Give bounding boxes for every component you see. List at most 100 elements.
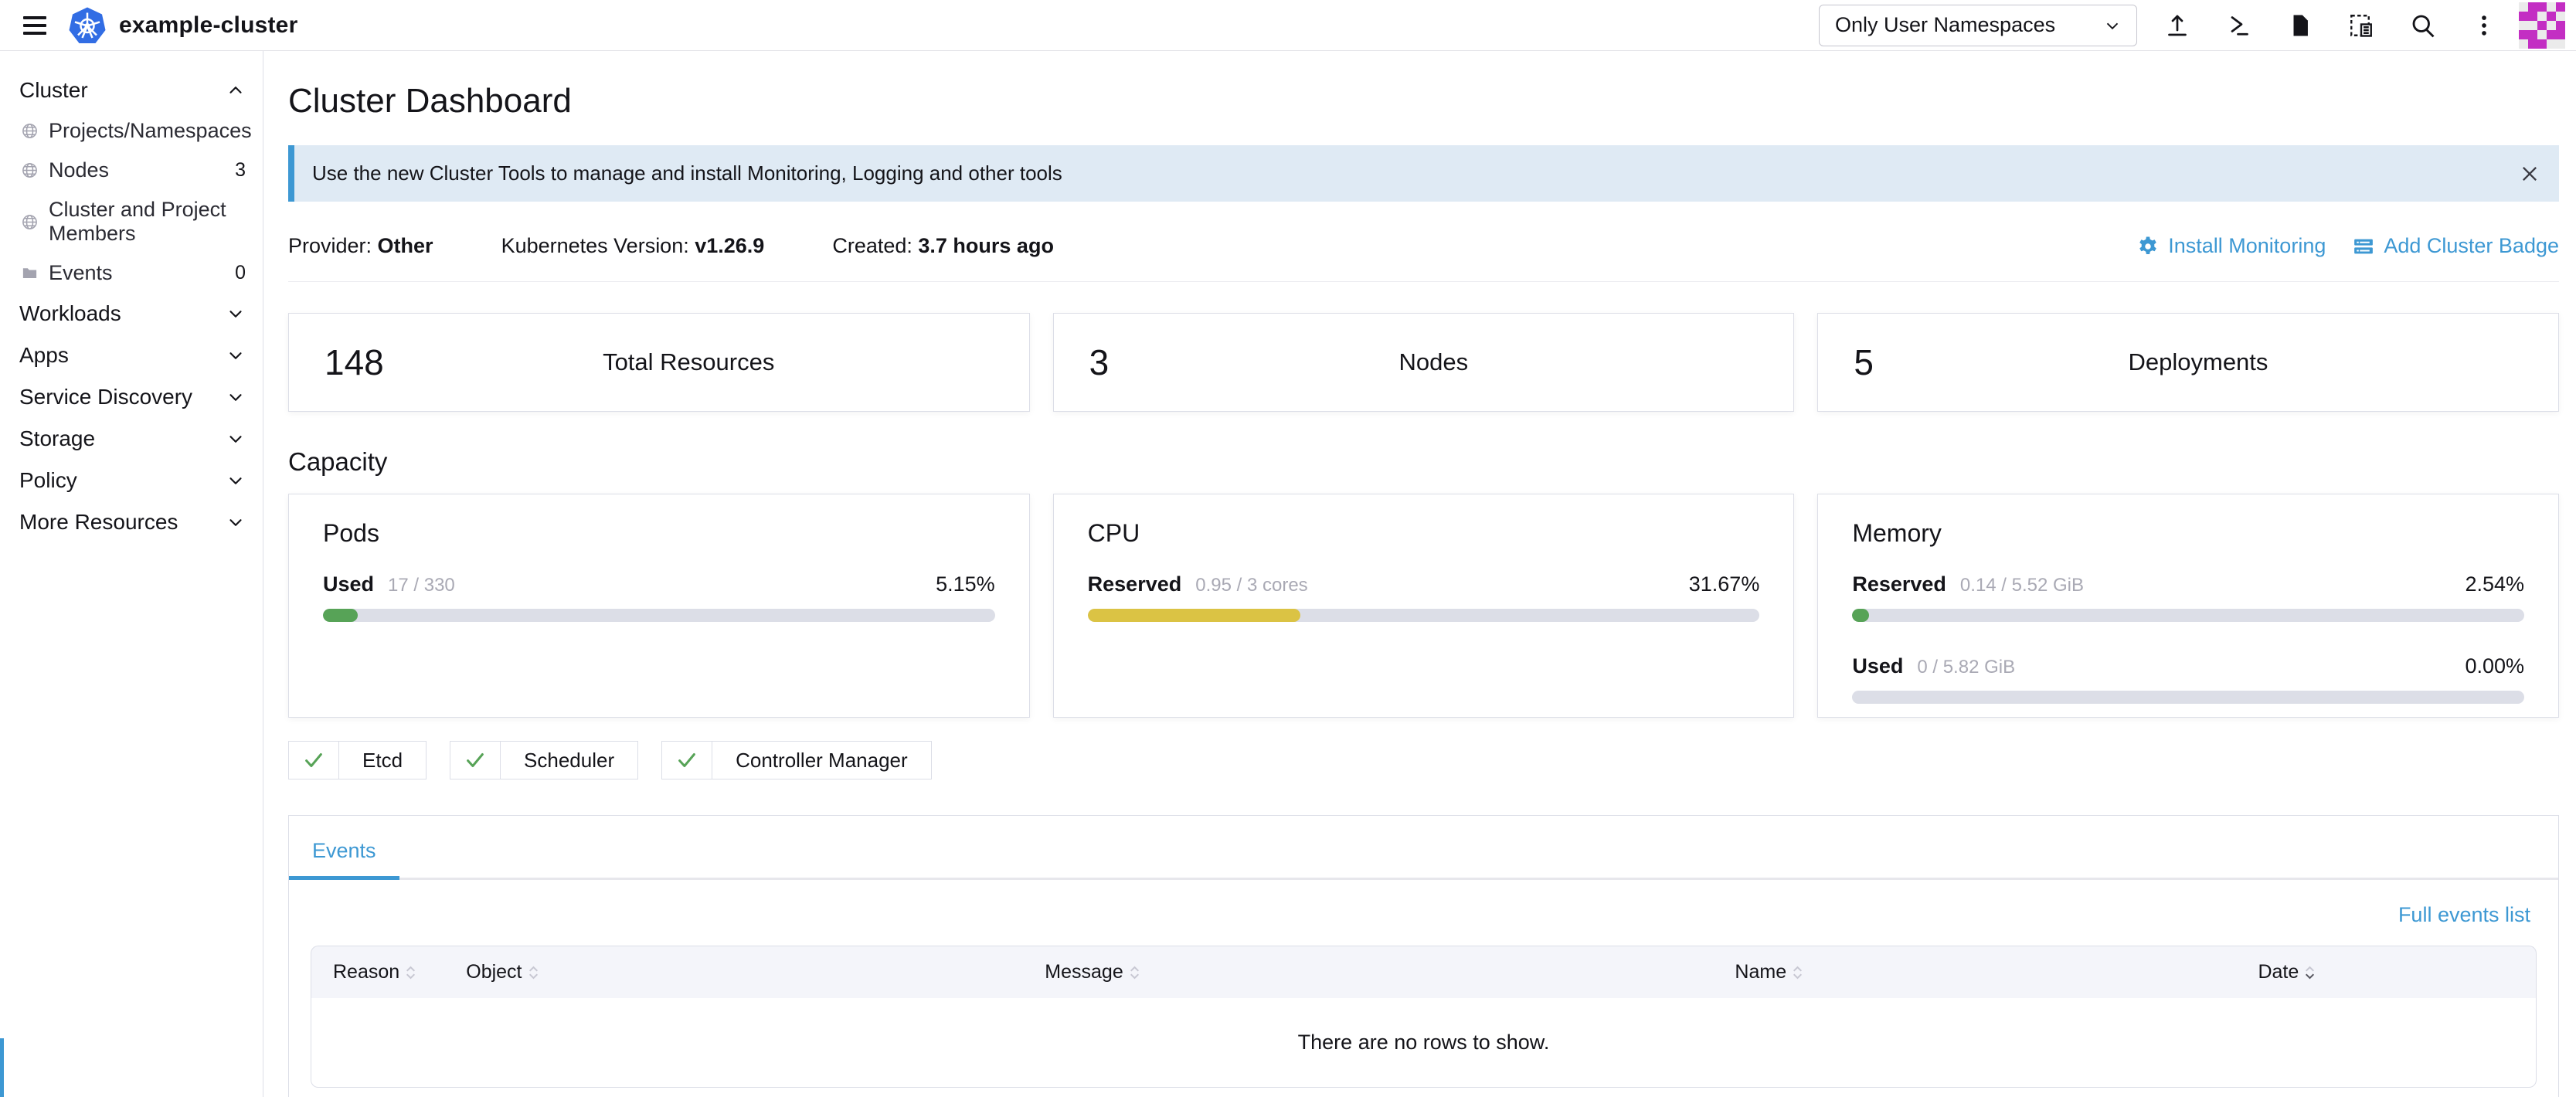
progress-bar: [323, 609, 995, 622]
sidebar-group-storage[interactable]: Storage: [0, 418, 263, 460]
sidebar-group-label: Storage: [19, 426, 95, 451]
progress-bar-fill: [1852, 609, 1869, 622]
capacity-row-percent: 2.54%: [2465, 572, 2524, 596]
events-table: Reason Object Message Name Date There ar…: [311, 946, 2537, 1088]
capacity-card-title: Memory: [1852, 519, 2524, 548]
column-header-date: Date: [2247, 946, 2537, 998]
upload-icon[interactable]: [2163, 12, 2191, 39]
capacity-card-cpu: CPU Reserved 0.95 / 3 cores 31.67%: [1053, 494, 1795, 718]
cluster-meta-0: Provider: Other: [288, 234, 433, 258]
sidebar-item-cluster-and-project-members[interactable]: Cluster and Project Members: [0, 190, 263, 253]
sort-icon: [2304, 964, 2316, 981]
cluster-meta-row: Provider: OtherKubernetes Version: v1.26…: [288, 234, 2559, 258]
chevron-down-icon: [226, 345, 246, 365]
sidebar-item-label: Events: [49, 261, 113, 285]
sidebar-item-events[interactable]: Events0: [0, 253, 263, 293]
sidebar-item-label: Nodes: [49, 158, 109, 182]
stat-label: Nodes: [1109, 348, 1758, 376]
sidebar-item-nodes[interactable]: Nodes3: [0, 151, 263, 190]
chevron-down-icon: [226, 387, 246, 407]
sidebar-item-label: Projects/Namespaces: [49, 119, 252, 143]
column-sort-control[interactable]: Date: [2258, 961, 2316, 983]
capacity-card-memory: Memory Reserved 0.14 / 5.52 GiB 2.54% Used0 …: [1817, 494, 2559, 718]
tab-events[interactable]: Events: [289, 828, 399, 880]
top-header: example-cluster Only User Namespaces: [0, 0, 2576, 51]
banner-text: Use the new Cluster Tools to manage and …: [312, 161, 1062, 185]
chevron-down-icon: [226, 429, 246, 449]
stat-card-nodes: 3Nodes: [1053, 313, 1795, 412]
capacity-row: Used0 / 5.82 GiB0.00%: [1852, 654, 2524, 704]
capacity-row-label: Reserved: [1088, 572, 1182, 596]
column-header-message: Message: [1034, 946, 1724, 998]
progress-bar: [1852, 609, 2524, 622]
column-sort-control[interactable]: Object: [466, 961, 539, 983]
chevron-down-icon: [226, 470, 246, 491]
sidebar-item-label: Cluster and Project Members: [49, 198, 246, 246]
sidebar-group-workloads[interactable]: Workloads: [0, 293, 263, 335]
cluster-meta-value: Other: [378, 234, 433, 257]
sidebar-group-more-resources[interactable]: More Resources: [0, 501, 263, 543]
column-sort-control[interactable]: Message: [1045, 961, 1140, 983]
progress-bar-fill: [323, 609, 358, 622]
globe-icon: [21, 161, 39, 179]
sidebar-group-policy[interactable]: Policy: [0, 460, 263, 501]
close-icon[interactable]: [2519, 163, 2540, 185]
check-icon: [289, 742, 339, 779]
hamburger-menu-icon[interactable]: [19, 12, 51, 39]
capacity-row: Used17 / 3305.15%: [323, 572, 995, 622]
add-cluster-badge-link[interactable]: Add Cluster Badge: [2352, 234, 2559, 258]
user-avatar[interactable]: [2519, 2, 2565, 49]
cluster-meta-value: 3.7 hours ago: [918, 234, 1054, 257]
column-header-name: Name: [1724, 946, 2247, 998]
cluster-name: example-cluster: [119, 12, 297, 39]
stat-label: Deployments: [1874, 348, 2523, 376]
chevron-down-icon: [226, 512, 246, 532]
capacity-row-detail: 0.95 / 3 cores: [1195, 575, 1307, 596]
chevron-down-icon: [226, 304, 246, 324]
sort-icon: [528, 964, 539, 981]
kubernetes-logo-icon: [68, 6, 107, 45]
progress-bar-fill: [1088, 609, 1300, 622]
kubectl-shell-icon[interactable]: [2225, 12, 2253, 39]
health-badge-label: Scheduler: [501, 742, 637, 779]
cluster-meta-value: v1.26.9: [695, 234, 764, 257]
check-icon: [450, 742, 501, 779]
column-sort-control[interactable]: Name: [1735, 961, 1803, 983]
namespace-filter-select[interactable]: Only User Namespaces: [1819, 5, 2137, 46]
gear-icon: [2136, 235, 2160, 258]
check-icon: [662, 742, 712, 779]
capacity-row-detail: 0 / 5.82 GiB: [1917, 657, 2015, 678]
capacity-row-label: Reserved: [1852, 572, 1946, 596]
kebab-menu-icon[interactable]: [2471, 12, 2497, 39]
capacity-row-percent: 5.15%: [936, 572, 995, 596]
sidebar-group-service-discovery[interactable]: Service Discovery: [0, 376, 263, 418]
capacity-row-detail: 0.14 / 5.52 GiB: [1960, 575, 2084, 596]
namespace-filter-value: Only User Namespaces: [1835, 13, 2055, 37]
stat-value: 5: [1854, 341, 1874, 383]
cluster-tools-banner: Use the new Cluster Tools to manage and …: [288, 145, 2559, 202]
column-sort-control[interactable]: Reason: [333, 961, 416, 983]
events-panel: Events Full events list Reason Object Me…: [288, 815, 2559, 1097]
globe-icon: [21, 213, 39, 231]
search-icon[interactable]: [2409, 12, 2437, 39]
import-yaml-icon[interactable]: [2347, 12, 2375, 39]
progress-bar: [1852, 691, 2524, 704]
capacity-card-title: CPU: [1088, 519, 1760, 548]
install-monitoring-link[interactable]: Install Monitoring: [2136, 234, 2326, 258]
app-root: example-cluster Only User Namespaces Clu…: [0, 0, 2576, 1097]
stat-value: 3: [1089, 341, 1110, 383]
stat-value: 148: [325, 341, 384, 383]
sidebar-group-label: Workloads: [19, 301, 121, 326]
health-badge-label: Controller Manager: [712, 742, 931, 779]
sort-icon: [1129, 964, 1140, 981]
sidebar-item-projects-namespaces[interactable]: Projects/Namespaces: [0, 111, 263, 151]
health-badge-etcd: Etcd: [288, 741, 427, 779]
column-header-reason: Reason: [311, 946, 455, 998]
sidebar-group-cluster[interactable]: Cluster: [0, 70, 263, 111]
file-icon[interactable]: [2287, 12, 2313, 39]
full-events-list-link[interactable]: Full events list: [311, 903, 2530, 927]
sort-icon: [405, 964, 416, 981]
badge-icon: [2352, 235, 2375, 258]
sidebar-group-apps[interactable]: Apps: [0, 335, 263, 376]
capacity-row-percent: 31.67%: [1689, 572, 1760, 596]
